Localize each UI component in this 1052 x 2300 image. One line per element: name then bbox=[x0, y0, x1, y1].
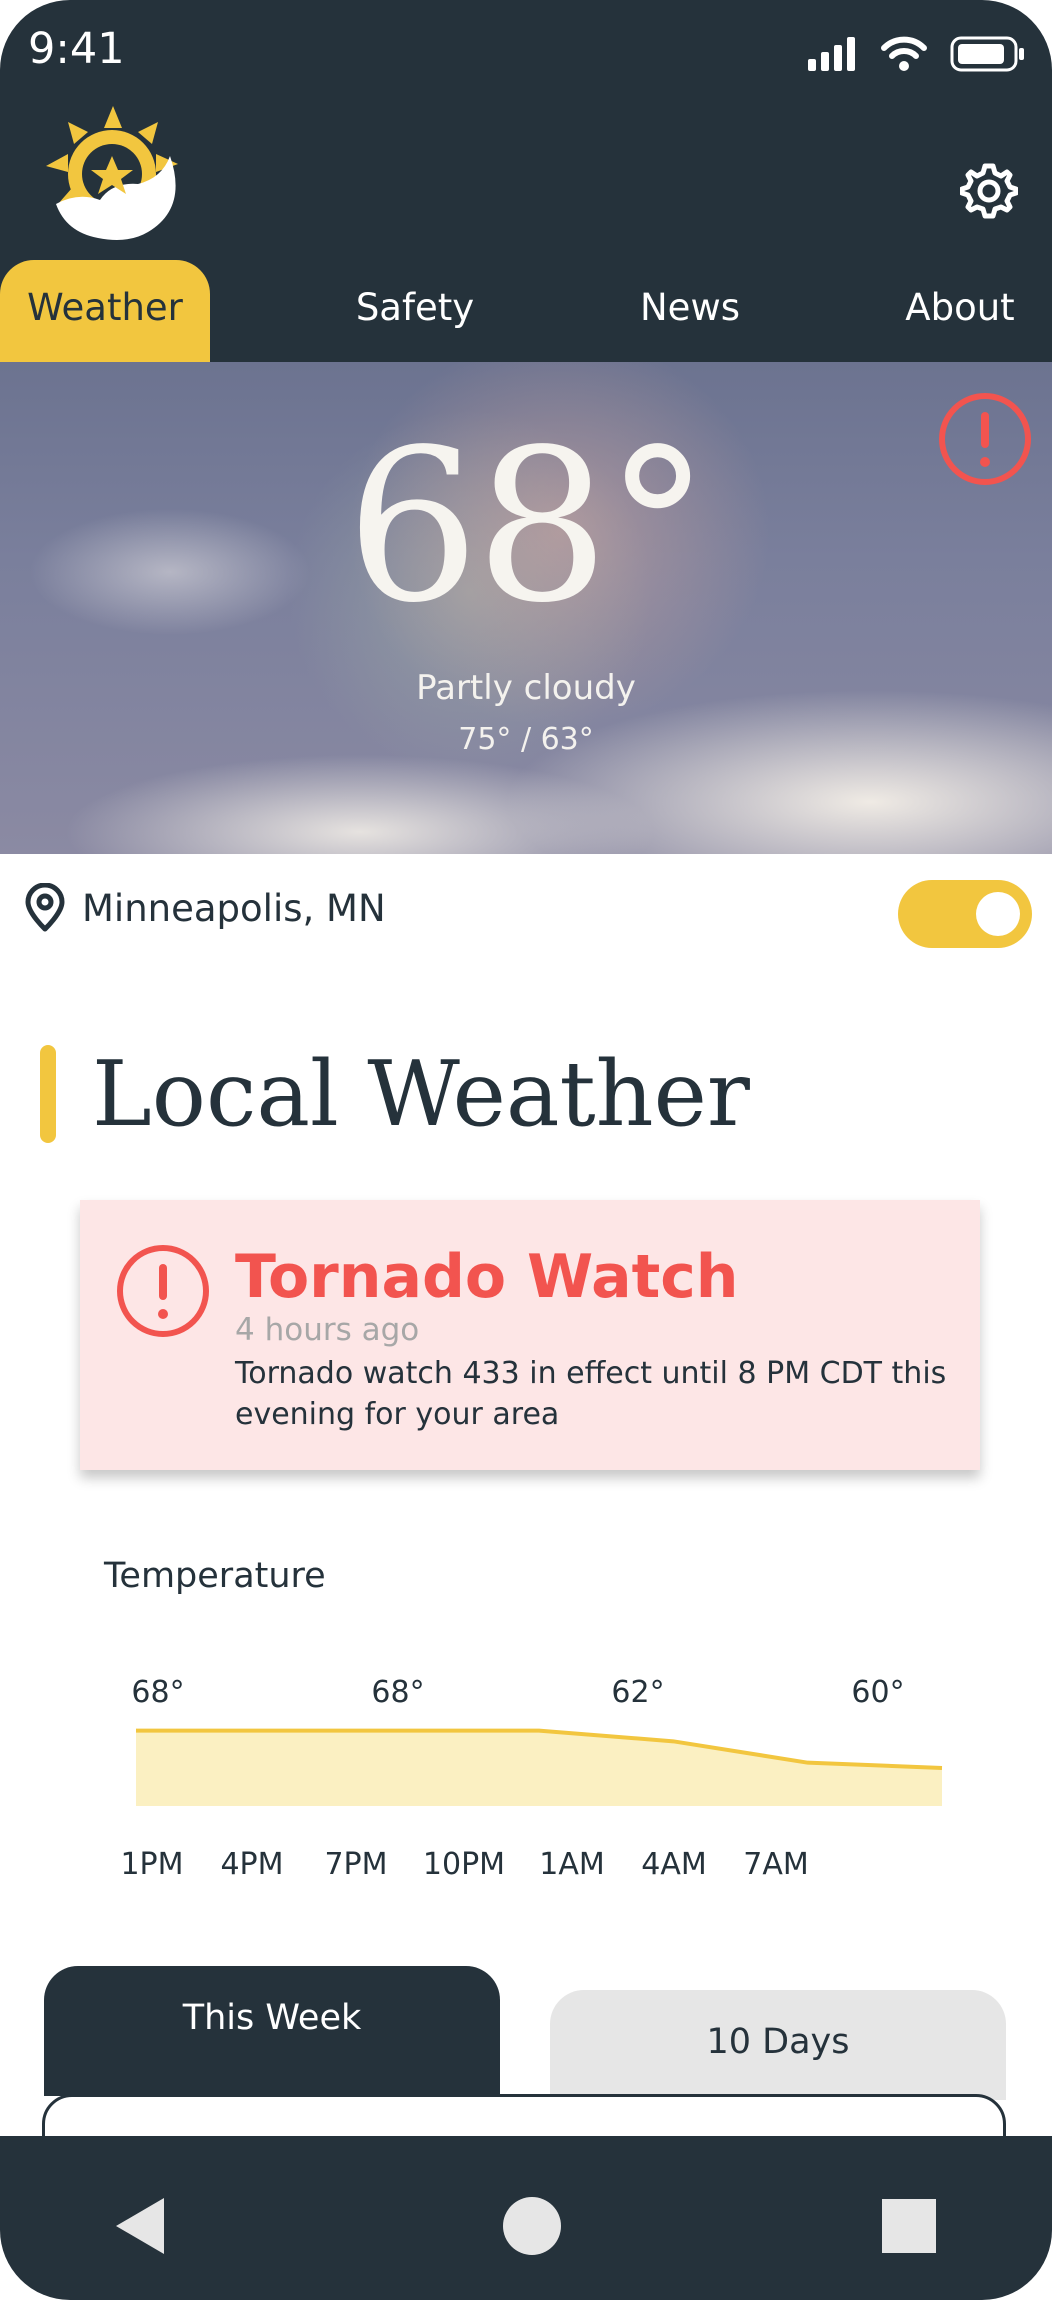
current-condition: Partly cloudy bbox=[416, 668, 636, 708]
tab-weather[interactable]: Weather bbox=[0, 260, 210, 362]
settings-button[interactable] bbox=[958, 160, 1020, 222]
recents-icon[interactable] bbox=[882, 2199, 936, 2253]
wifi-icon bbox=[881, 36, 927, 71]
back-icon[interactable] bbox=[112, 2196, 168, 2256]
location-row[interactable]: Minneapolis, MN bbox=[22, 880, 386, 936]
current-weather-hero: 68° Partly cloudy 75° / 63° bbox=[0, 362, 1052, 854]
alert-time: 4 hours ago bbox=[235, 1312, 420, 1348]
phone-screen: 9:41 Weather Safety News About 68° Partl… bbox=[0, 0, 1052, 2300]
toggle-knob bbox=[976, 892, 1020, 936]
temperature-chart: 68° 68° 62° 60° 1PM 4PM 7PM 10PM 1AM 4AM 7AM bbox=[120, 1675, 943, 1882]
chart-time-label: 4AM bbox=[641, 1847, 707, 1882]
chart-time-label: 1PM bbox=[120, 1847, 183, 1882]
chart-time-label: 4PM bbox=[220, 1847, 283, 1882]
system-nav-bar bbox=[0, 2136, 1052, 2300]
chart-value-label: 62° bbox=[611, 1675, 664, 1710]
location-pin-icon bbox=[25, 883, 65, 932]
tab-this-week[interactable]: This Week bbox=[44, 1966, 500, 2096]
chart-value-label: 68° bbox=[371, 1675, 424, 1710]
alert-button[interactable] bbox=[938, 392, 1032, 486]
chart-time-label: 1AM bbox=[539, 1847, 605, 1882]
status-bar: 9:41 bbox=[0, 0, 1052, 100]
exclamation-circle-icon bbox=[117, 1245, 209, 1337]
main-tabs: Weather Safety News About bbox=[0, 260, 1052, 362]
chart-title: Temperature bbox=[104, 1556, 326, 1596]
chart-time-label: 7PM bbox=[324, 1847, 387, 1882]
tab-safety[interactable]: Safety bbox=[330, 260, 500, 362]
tab-news[interactable]: News bbox=[620, 260, 760, 362]
temperature-range: 75° / 63° bbox=[458, 722, 594, 757]
location-name: Minneapolis, MN bbox=[82, 886, 386, 930]
chart-time-label: 10PM bbox=[423, 1847, 505, 1882]
app-logo[interactable] bbox=[38, 104, 188, 244]
tornado-alert-card[interactable]: Tornado Watch 4 hours ago Tornado watch … bbox=[80, 1200, 980, 1470]
gear-icon bbox=[960, 163, 1018, 219]
section-title: Local Weather bbox=[92, 1042, 750, 1147]
chart-value-label: 60° bbox=[851, 1675, 904, 1710]
exclamation-circle-icon bbox=[939, 393, 1031, 485]
status-icons bbox=[808, 32, 1026, 76]
tab-about[interactable]: About bbox=[880, 260, 1040, 362]
section-accent-bar bbox=[40, 1045, 56, 1143]
current-temperature: 68° bbox=[345, 404, 710, 649]
chart-value-label: 68° bbox=[131, 1675, 184, 1710]
tab-10-days[interactable]: 10 Days bbox=[550, 1990, 1006, 2100]
location-toggle[interactable] bbox=[898, 880, 1032, 948]
status-time: 9:41 bbox=[28, 24, 125, 74]
alert-card-icon-wrap bbox=[116, 1244, 210, 1338]
signal-icon bbox=[808, 37, 855, 71]
alert-title: Tornado Watch bbox=[235, 1242, 739, 1312]
app-header: 9:41 Weather Safety News About bbox=[0, 0, 1052, 362]
temperature-area bbox=[136, 1730, 942, 1806]
chart-time-label: 7AM bbox=[743, 1847, 809, 1882]
alert-body: Tornado watch 433 in effect until 8 PM C… bbox=[235, 1356, 947, 1432]
home-icon[interactable] bbox=[503, 2197, 561, 2255]
battery-icon bbox=[950, 36, 1024, 72]
